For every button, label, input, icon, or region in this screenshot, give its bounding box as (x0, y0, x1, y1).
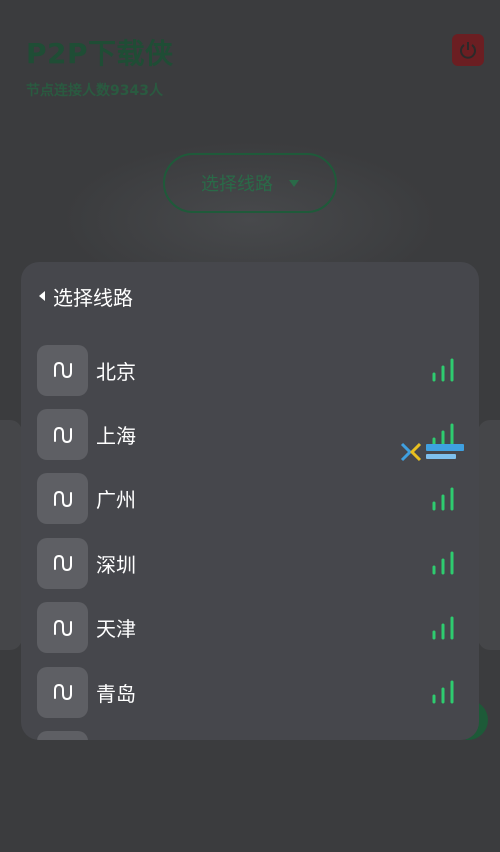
route-item-tianjin[interactable]: 天津 (37, 596, 463, 660)
route-name: 北京 (96, 359, 136, 384)
route-wave-icon (37, 602, 88, 654)
sheet-header[interactable]: 选择线路 (39, 282, 133, 310)
node-connection-count: 节点连接人数9343人 (26, 83, 163, 99)
route-item-beijing[interactable]: 北京 (37, 338, 463, 402)
background-card-left (0, 420, 22, 650)
route-list: 北京 上海 广州 深圳 天津 青岛 (37, 338, 463, 740)
route-name: 深圳 (96, 552, 136, 577)
route-item-qingdao[interactable]: 青岛 (37, 660, 463, 724)
route-item-guangzhou[interactable]: 广州 (37, 467, 463, 531)
signal-bars-icon (431, 550, 455, 576)
route-item-hangzhou[interactable]: 杭州 (37, 724, 463, 740)
watermark-logo (400, 440, 468, 464)
route-wave-icon (37, 409, 88, 461)
route-name: 天津 (96, 617, 136, 642)
select-route-button[interactable]: 选择线路 (163, 153, 337, 213)
signal-bars-icon (431, 486, 455, 512)
route-wave-icon (37, 731, 88, 740)
route-wave-icon (37, 344, 88, 396)
select-route-label: 选择线路 (201, 174, 273, 195)
background-card-right (478, 420, 500, 650)
power-icon (460, 42, 476, 59)
signal-bars-icon (431, 615, 455, 641)
route-selection-sheet: 选择线路 北京 上海 广州 深圳 天津 青岛 (21, 262, 479, 740)
signal-bars-icon (431, 679, 455, 705)
app-title: P2P下载侠 (26, 37, 174, 70)
route-wave-icon (37, 537, 88, 589)
route-item-shenzhen[interactable]: 深圳 (37, 531, 463, 595)
route-name: 青岛 (96, 681, 136, 706)
power-button[interactable] (452, 34, 484, 66)
route-name: 广州 (96, 488, 136, 513)
route-wave-icon (37, 473, 88, 525)
chevron-down-icon (289, 179, 299, 187)
signal-bars-icon (431, 357, 455, 383)
back-caret-icon[interactable] (39, 291, 45, 301)
route-name: 上海 (96, 424, 136, 449)
route-wave-icon (37, 666, 88, 718)
sheet-title: 选择线路 (53, 285, 133, 310)
